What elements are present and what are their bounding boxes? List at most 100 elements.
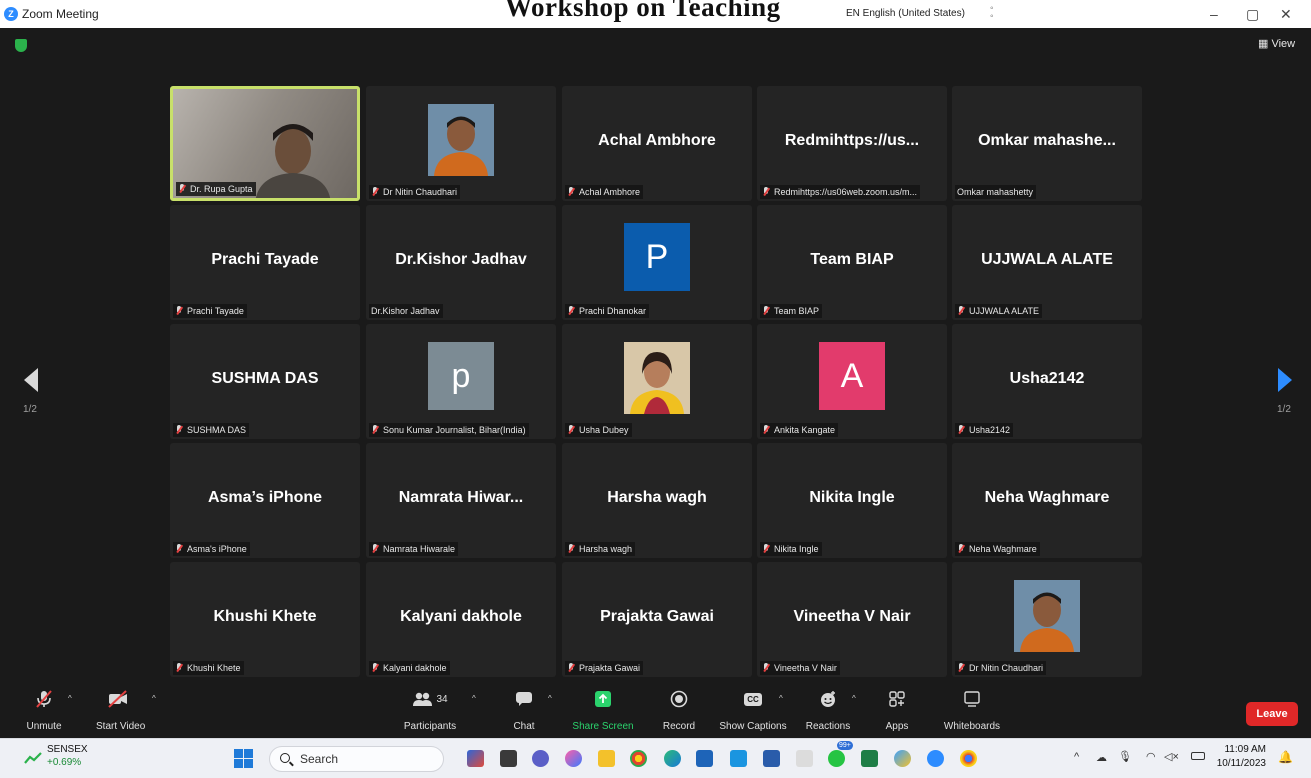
chrome-profile-icon[interactable] <box>960 750 977 767</box>
muted-mic-icon <box>371 425 379 435</box>
wifi-icon[interactable]: ◠ <box>1146 750 1156 763</box>
volume-icon[interactable]: ◁× <box>1164 750 1179 763</box>
muted-mic-icon <box>567 306 575 316</box>
participant-tile[interactable]: A Ankita Kangate <box>757 324 947 439</box>
participant-tile[interactable]: Namrata Hiwar... Namrata Hiwarale <box>366 443 556 558</box>
show-captions-button[interactable]: CC Show Captions ^ <box>717 688 789 732</box>
edge-icon[interactable] <box>664 750 681 767</box>
participant-tile[interactable]: Team BIAP Team BIAP <box>757 205 947 320</box>
stock-trend-icon[interactable] <box>24 751 42 770</box>
participant-tile[interactable]: Prajakta Gawai Prajakta Gawai <box>562 562 752 677</box>
participant-tile[interactable]: Khushi Khete Khushi Khete <box>170 562 360 677</box>
whiteboard-icon <box>940 688 1004 710</box>
share-screen-icon <box>570 688 636 710</box>
share-screen-button[interactable]: Share Screen <box>570 688 636 732</box>
security-shield-icon[interactable] <box>15 39 27 52</box>
participant-name-label: Achal Ambhore <box>565 185 644 199</box>
meeting-toolbar: Unmute ^ Start Video ^ 34 Participants ^… <box>0 688 1311 738</box>
taskbar-search-box[interactable]: Search <box>269 746 444 772</box>
participant-tile[interactable]: Omkar mahashe... Omkar mahashetty <box>952 86 1142 201</box>
microphone-tray-icon[interactable]: 🎙 <box>1118 750 1132 763</box>
participant-tile[interactable]: p Sonu Kumar Journalist, Bihar(India) <box>366 324 556 439</box>
participant-name-label: Harsha wagh <box>565 542 636 556</box>
file-explorer-icon[interactable] <box>598 750 615 767</box>
muted-mic-icon <box>175 306 183 316</box>
apps-button[interactable]: Apps <box>882 688 912 732</box>
windows-start-icon[interactable] <box>234 749 253 768</box>
captions-caret-icon[interactable]: ^ <box>779 694 783 703</box>
minimize-button[interactable]: – <box>1210 6 1218 22</box>
store-icon[interactable] <box>696 750 713 767</box>
participant-name-label: Prachi Dhanokar <box>565 304 650 318</box>
participant-tile[interactable]: Kalyani dakhole Kalyani dakhole <box>366 562 556 677</box>
app-icon-gallery[interactable] <box>894 750 911 767</box>
participant-tile[interactable]: P Prachi Dhanokar <box>562 205 752 320</box>
unmute-button[interactable]: Unmute ^ <box>26 688 72 732</box>
view-button[interactable]: ▦ View <box>1258 37 1295 50</box>
show-hidden-icons-icon[interactable]: ^ <box>1074 751 1079 763</box>
participant-name-label: Usha2142 <box>955 423 1014 437</box>
participants-button[interactable]: 34 Participants ^ <box>400 688 476 732</box>
app-icon-news[interactable] <box>467 750 484 767</box>
whiteboards-button[interactable]: Whiteboards <box>940 688 1004 732</box>
app-icon-blue[interactable] <box>730 750 747 767</box>
participant-tile[interactable]: Dr.Kishor Jadhav Dr.Kishor Jadhav <box>366 205 556 320</box>
whatsapp-icon[interactable]: 99+ <box>828 741 853 767</box>
participant-tile[interactable]: Asma’s iPhone Asma's iPhone <box>170 443 360 558</box>
participants-caret-icon[interactable]: ^ <box>472 694 476 703</box>
participant-tile[interactable]: Vineetha V Nair Vineetha V Nair <box>757 562 947 677</box>
muted-mic-icon <box>178 184 186 194</box>
record-button[interactable]: Record <box>659 688 699 732</box>
onedrive-icon[interactable]: ☁ <box>1096 751 1107 764</box>
maximize-button[interactable]: ▢ <box>1246 6 1259 23</box>
participant-tile[interactable]: Harsha wagh Harsha wagh <box>562 443 752 558</box>
page-indicator-left: 1/2 <box>23 404 37 415</box>
participant-tile[interactable]: SUSHMA DAS SUSHMA DAS <box>170 324 360 439</box>
next-page-arrow-icon[interactable] <box>1278 368 1292 392</box>
word-icon[interactable] <box>763 750 780 767</box>
language-indicator[interactable]: EN English (United States) <box>846 8 965 19</box>
participant-tile[interactable]: Dr. Rupa Gupta <box>170 86 360 201</box>
show-captions-label: Show Captions <box>719 721 787 732</box>
excel-icon[interactable] <box>861 750 878 767</box>
participant-tile[interactable]: Prachi Tayade Prachi Tayade <box>170 205 360 320</box>
participant-tile[interactable]: Achal Ambhore Achal Ambhore <box>562 86 752 201</box>
close-button[interactable]: ✕ <box>1280 6 1292 23</box>
participant-name-text: Team BIAP <box>774 306 820 316</box>
reactions-button[interactable]: Reactions ^ <box>804 688 856 732</box>
participant-tile[interactable]: Nikita Ingle Nikita Ingle <box>757 443 947 558</box>
app-icon-copilot[interactable] <box>565 750 582 767</box>
participant-name-label: Asma's iPhone <box>173 542 250 556</box>
keyboard-layout-icon[interactable]: ◦ ◦ <box>990 4 994 22</box>
leave-button[interactable]: Leave <box>1246 702 1298 726</box>
start-video-button[interactable]: Start Video ^ <box>96 688 156 732</box>
chat-button[interactable]: Chat ^ <box>510 688 552 732</box>
participant-name-label: Nikita Ingle <box>760 542 822 556</box>
chrome-icon[interactable] <box>630 750 647 767</box>
participant-tile[interactable]: UJJWALA ALATE UJJWALA ALATE <box>952 205 1142 320</box>
muted-mic-icon <box>762 663 770 673</box>
pdf-app-icon[interactable] <box>796 750 813 767</box>
video-options-caret-icon[interactable]: ^ <box>152 694 156 703</box>
participant-tile[interactable]: Dr Nitin Chaudhari <box>366 86 556 201</box>
chat-label: Chat <box>513 721 535 732</box>
battery-icon[interactable] <box>1191 752 1205 760</box>
avatar-letter: p <box>428 342 494 410</box>
reactions-caret-icon[interactable]: ^ <box>852 694 856 703</box>
notification-bell-icon[interactable]: 🔔 <box>1278 750 1293 764</box>
participant-tile[interactable]: Usha Dubey <box>562 324 752 439</box>
participant-name-text: Nikita Ingle <box>774 544 819 554</box>
zoom-taskbar-icon[interactable] <box>927 750 944 767</box>
participant-tile[interactable]: Neha Waghmare Neha Waghmare <box>952 443 1142 558</box>
clock-date[interactable]: 10/11/2023 <box>1216 758 1266 769</box>
clock-time[interactable]: 11:09 AM <box>1216 744 1266 755</box>
participant-tile[interactable]: Redmihttps://us... Redmihttps://us06web.z… <box>757 86 947 201</box>
participant-tile[interactable]: Usha2142 Usha2142 <box>952 324 1142 439</box>
previous-page-arrow-icon[interactable] <box>24 368 38 392</box>
participant-name-text: Usha2142 <box>969 425 1011 435</box>
participant-tile[interactable]: Dr Nitin Chaudhari <box>952 562 1142 677</box>
app-icon-teams-chat[interactable] <box>532 750 549 767</box>
app-icon-taskview[interactable] <box>500 750 517 767</box>
audio-options-caret-icon[interactable]: ^ <box>68 694 72 703</box>
chat-caret-icon[interactable]: ^ <box>548 694 552 703</box>
